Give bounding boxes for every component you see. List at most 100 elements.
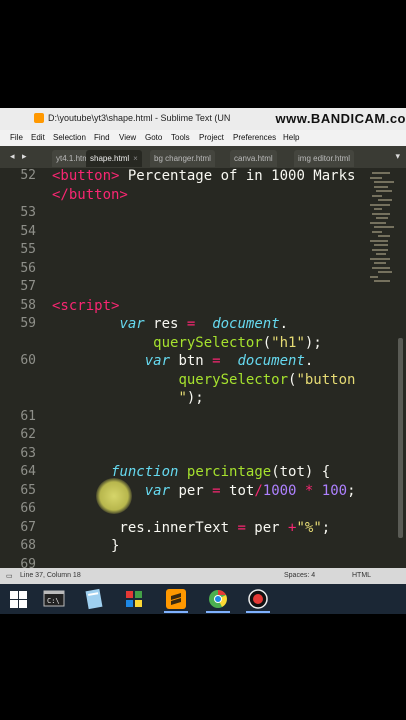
- minimap-line: [370, 239, 388, 242]
- code-token: =: [237, 519, 246, 536]
- line-number: 66: [20, 501, 36, 516]
- line-number: 61: [20, 408, 36, 424]
- status-indentation[interactable]: Spaces: 4: [284, 572, 315, 579]
- tab-scroll-left-icon[interactable]: ◂: [10, 151, 15, 162]
- code-token: tot: [220, 482, 255, 499]
- code-token: /: [254, 482, 263, 499]
- minimap-line: [378, 199, 392, 201]
- screen: D:\youtube\yt3\shape.html - Sublime Text…: [0, 108, 406, 614]
- menu-file[interactable]: File: [10, 133, 23, 142]
- code-token: res: [144, 316, 187, 332]
- code-line[interactable]: </button>: [52, 187, 128, 203]
- close-icon[interactable]: ×: [133, 154, 138, 163]
- minimap-line: [374, 185, 388, 188]
- minimap-line: [370, 275, 378, 278]
- status-syntax[interactable]: HTML: [352, 572, 371, 579]
- minimap-line: [376, 190, 392, 192]
- record-icon[interactable]: [244, 588, 272, 613]
- tab-canva[interactable]: canva.html: [230, 150, 277, 167]
- tab-img-editor[interactable]: img editor.html: [294, 150, 355, 167]
- line-number: 60: [20, 353, 36, 368]
- minimap[interactable]: [368, 168, 396, 308]
- line-number: 57: [20, 279, 36, 294]
- code-line[interactable]: var res = document.: [52, 316, 288, 332]
- code-token: querySelector: [153, 334, 263, 351]
- tab-bg-changer[interactable]: bg changer.html: [150, 150, 215, 167]
- line-number: 56: [20, 260, 36, 276]
- minimap-line: [378, 271, 392, 273]
- code-line[interactable]: function percintage(tot) {: [52, 464, 330, 480]
- line-number: 54: [20, 223, 36, 239]
- menu-project[interactable]: Project: [199, 133, 224, 142]
- code-token: <script>: [52, 297, 120, 314]
- menu-goto[interactable]: Goto: [145, 133, 162, 142]
- tab-shape[interactable]: shape.html ×: [86, 150, 142, 167]
- code-line[interactable]: }: [52, 538, 119, 554]
- windows-start-icon[interactable]: [6, 588, 34, 610]
- chrome-icon[interactable]: [204, 588, 232, 613]
- sublime-text-icon[interactable]: [162, 588, 190, 613]
- menu-tools[interactable]: Tools: [171, 133, 190, 142]
- code-token: "button: [296, 371, 356, 388]
- vertical-scrollbar[interactable]: [398, 338, 403, 538]
- code-token: var: [119, 316, 145, 332]
- code-line[interactable]: var btn = document.: [52, 353, 314, 369]
- minimap-line: [370, 176, 382, 179]
- code-line[interactable]: querySelector("h1");: [52, 335, 322, 351]
- menu-selection[interactable]: Selection: [53, 133, 86, 142]
- line-number: 52: [20, 168, 36, 183]
- code-line[interactable]: <script>: [52, 298, 119, 314]
- minimap-line: [372, 172, 390, 174]
- menu-preferences[interactable]: Preferences: [233, 133, 276, 142]
- minimap-line: [372, 248, 388, 251]
- code-token: per: [245, 519, 289, 536]
- mouse-cursor-highlight: [96, 478, 132, 514]
- paint-icon[interactable]: [120, 588, 148, 610]
- code-token: }: [52, 538, 120, 554]
- code-line[interactable]: <button> Percentage of in 1000 Marks: [52, 168, 355, 184]
- code-token: var: [144, 482, 171, 499]
- sublime-app-icon: [34, 113, 44, 123]
- minimap-line: [374, 208, 382, 210]
- code-line[interactable]: querySelector("button: [52, 372, 355, 388]
- minimap-line: [376, 217, 388, 219]
- taskbar: C:\: [0, 584, 406, 614]
- line-number: 55: [20, 242, 36, 257]
- tab-scroll-right-icon[interactable]: ▸: [22, 151, 27, 162]
- code-token: Percentage of in 1000 Marks: [119, 168, 356, 184]
- code-line[interactable]: res.innerText = per +"%";: [52, 520, 330, 536]
- menu-edit[interactable]: Edit: [31, 133, 45, 142]
- menu-help[interactable]: Help: [283, 133, 299, 142]
- window-title: D:\youtube\yt3\shape.html - Sublime Text…: [48, 113, 231, 123]
- tab-bar: ◂ ▸ yt4.1.htm shape.html × bg changer.htm…: [0, 146, 406, 168]
- minimap-line: [374, 280, 390, 282]
- terminal-icon[interactable]: C:\: [40, 588, 68, 610]
- menu-view[interactable]: View: [119, 133, 136, 142]
- menu-bar: File Edit Selection Find View Goto Tools…: [0, 130, 406, 147]
- code-token: document: [237, 353, 305, 369]
- line-number: 68: [20, 538, 36, 553]
- bandicam-watermark: www.BANDICAM.co: [275, 111, 406, 126]
- notepad-icon[interactable]: [80, 588, 108, 610]
- tab-overflow-chevron-icon[interactable]: ▾: [395, 151, 400, 162]
- code-token: "h1": [271, 334, 305, 351]
- minimap-line: [376, 253, 386, 255]
- code-token: (: [262, 334, 272, 351]
- minimap-line: [370, 221, 386, 224]
- code-line[interactable]: ");: [52, 390, 203, 406]
- line-number: 62: [20, 427, 36, 442]
- code-editor[interactable]: 52 <button> Percentage of in 1000 Marks </…: [0, 168, 406, 572]
- line-number: 63: [20, 445, 36, 461]
- status-bar: ▭ Line 37, Column 18 Spaces: 4 HTML: [0, 568, 406, 584]
- menu-find[interactable]: Find: [94, 133, 110, 142]
- code-token: document: [212, 316, 280, 332]
- code-token: <button>: [52, 168, 120, 184]
- status-icon: ▭: [6, 573, 13, 580]
- code-token: .: [304, 353, 314, 369]
